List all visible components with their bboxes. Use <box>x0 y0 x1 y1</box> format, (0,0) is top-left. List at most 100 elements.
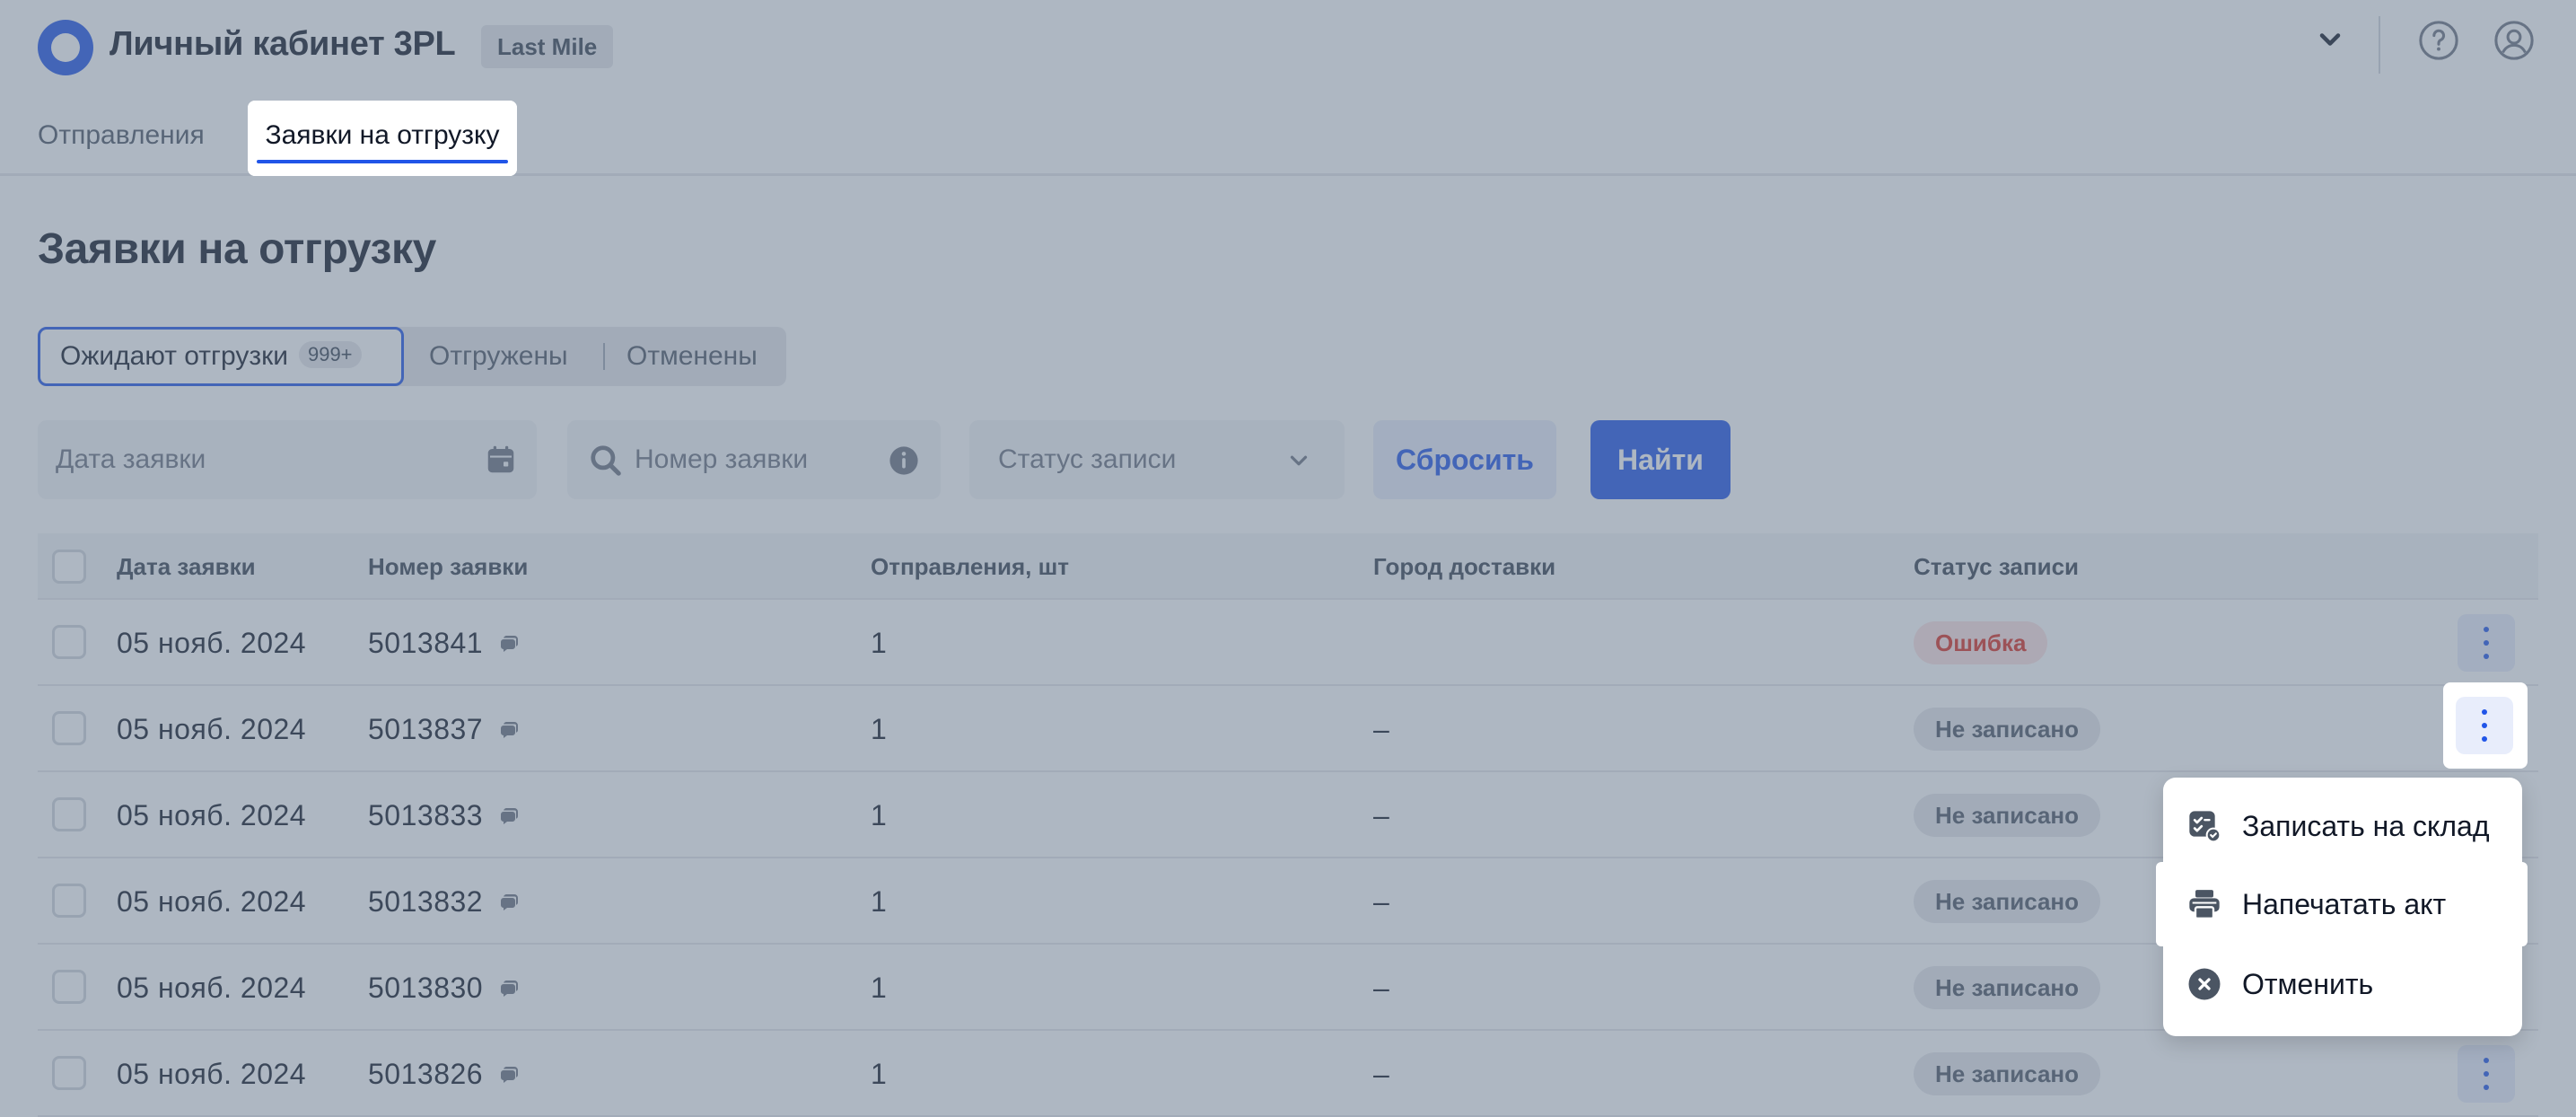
row-checkbox[interactable] <box>52 625 86 659</box>
row-shipments: 1 <box>871 1058 888 1090</box>
row-number[interactable]: 5013832 <box>368 885 483 918</box>
row-shipments: 1 <box>871 885 888 918</box>
row-shipments: 1 <box>871 713 888 745</box>
row-shipments: 1 <box>871 799 888 831</box>
row-actions-button-active[interactable] <box>2456 697 2513 754</box>
row-number-cell: 5013830 <box>368 945 521 1031</box>
tab-shipping-requests-highlight-label: Заявки на отгрузку <box>265 120 500 150</box>
row-number-cell: 5013832 <box>368 858 521 945</box>
status-badge: Не записано <box>1914 880 2101 923</box>
help-icon[interactable] <box>2418 20 2459 61</box>
record-status-placeholder: Статус записи <box>998 444 1177 474</box>
menu-item-cancel[interactable]: Отменить <box>2163 945 2522 1024</box>
status-badge: Ошибка <box>1914 621 2048 664</box>
date-filter-placeholder: Дата заявки <box>56 444 206 474</box>
table-header: Дата заявки Номер заявки Отправления, шт… <box>38 533 2538 600</box>
row-city: – <box>1373 885 1390 918</box>
request-number-placeholder: Номер заявки <box>635 444 809 474</box>
request-number-field[interactable]: Номер заявки <box>567 420 941 499</box>
table-row[interactable]: 05 нояб. 2024 5013841 1 Ошибка <box>38 600 2538 686</box>
row-actions-button[interactable] <box>2458 614 2515 672</box>
row-number[interactable]: 5013837 <box>368 713 483 745</box>
row-date: 05 нояб. 2024 <box>117 799 307 831</box>
comment-icon[interactable] <box>499 805 521 826</box>
segment-awaiting[interactable]: Ожидают отгрузки 999+ <box>38 327 404 386</box>
row-date: 05 нояб. 2024 <box>117 972 307 1004</box>
row-number-cell: 5013837 <box>368 686 521 772</box>
find-button[interactable]: Найти <box>1590 420 1730 499</box>
row-checkbox[interactable] <box>52 1056 86 1090</box>
row-number[interactable]: 5013841 <box>368 627 483 659</box>
row-checkbox[interactable] <box>52 884 86 918</box>
row-shipments: 1 <box>871 972 888 1004</box>
comment-icon[interactable] <box>499 1063 521 1085</box>
menu-item-record-to-warehouse[interactable]: Записать на склад <box>2163 787 2522 866</box>
page-title: Заявки на отгрузку <box>38 225 436 273</box>
menu-item-print-label: Напечатать акт <box>2242 888 2447 920</box>
row-actions-button[interactable] <box>2458 1045 2515 1103</box>
reset-button[interactable]: Сбросить <box>1373 420 1556 499</box>
row-number-cell: 5013833 <box>368 772 521 858</box>
row-checkbox[interactable] <box>52 970 86 1004</box>
comment-icon[interactable] <box>499 891 521 912</box>
printer-icon <box>2189 890 2220 919</box>
segment-shipped[interactable]: Отгружены <box>429 327 568 386</box>
header-city[interactable]: Город доставки <box>1373 533 1555 600</box>
select-all-checkbox[interactable] <box>52 550 86 584</box>
info-icon[interactable] <box>889 445 919 476</box>
menu-item-print-act[interactable]: Напечатать акт <box>2163 865 2522 944</box>
comment-icon[interactable] <box>499 718 521 740</box>
status-segmented-control: Ожидают отгрузки 999+ Отгружены Отменены <box>38 327 786 386</box>
chevron-down-icon[interactable] <box>2314 23 2346 56</box>
tab-shipping-requests-highlight[interactable]: Заявки на отгрузку <box>248 101 517 176</box>
menu-item-highlight: Напечатать акт <box>2156 862 2528 946</box>
search-icon <box>591 445 621 476</box>
segment-cancelled[interactable]: Отменены <box>626 327 758 386</box>
row-date: 05 нояб. 2024 <box>117 885 307 918</box>
header-number[interactable]: Номер заявки <box>368 533 528 600</box>
row-shipments: 1 <box>871 627 888 659</box>
status-badge: Не записано <box>1914 708 2101 751</box>
row-city: – <box>1373 713 1390 745</box>
app-title: Личный кабинет 3PL <box>110 25 456 63</box>
tab-shipments[interactable]: Отправления <box>38 101 205 176</box>
comment-icon[interactable] <box>499 632 521 654</box>
row-actions-highlight <box>2443 682 2528 769</box>
row-city: – <box>1373 1058 1390 1090</box>
row-number[interactable]: 5013830 <box>368 972 483 1004</box>
row-date: 05 нояб. 2024 <box>117 713 307 745</box>
row-number[interactable]: 5013833 <box>368 799 483 831</box>
row-date: 05 нояб. 2024 <box>117 1058 307 1090</box>
record-status-select[interactable]: Статус записи <box>969 420 1345 499</box>
topbar: Личный кабинет 3PL Last Mile <box>0 0 2576 93</box>
status-badge: Не записано <box>1914 1052 2101 1095</box>
row-city: – <box>1373 972 1390 1004</box>
row-date: 05 нояб. 2024 <box>117 627 307 659</box>
last-mile-badge: Last Mile <box>481 25 614 68</box>
status-badge: Не записано <box>1914 794 2101 837</box>
warehouse-check-icon <box>2189 811 2221 843</box>
calendar-icon[interactable] <box>485 444 517 476</box>
cancel-circle-icon <box>2188 968 2221 1000</box>
date-filter-field[interactable]: Дата заявки <box>38 420 537 499</box>
segment-awaiting-label: Ожидают отгрузки <box>60 341 288 371</box>
header-divider <box>2379 16 2380 74</box>
table-row[interactable]: 05 нояб. 2024 5013837 1 – Не записано <box>38 686 2538 772</box>
chevron-down-icon <box>1290 455 1308 466</box>
status-badge: Не записано <box>1914 966 2101 1009</box>
row-number-cell: 5013841 <box>368 600 521 686</box>
user-profile-icon[interactable] <box>2493 20 2535 61</box>
row-checkbox[interactable] <box>52 797 86 831</box>
segment-divider <box>603 343 605 370</box>
comment-icon[interactable] <box>499 977 521 998</box>
menu-item-cancel-label: Отменить <box>2242 968 2374 1000</box>
header-date[interactable]: Дата заявки <box>117 533 256 600</box>
table-row[interactable]: 05 нояб. 2024 5013826 1 – Не записано <box>38 1031 2538 1117</box>
app-logo <box>38 20 93 75</box>
row-number[interactable]: 5013826 <box>368 1058 483 1090</box>
active-tab-underline <box>257 160 508 163</box>
row-number-cell: 5013826 <box>368 1031 521 1117</box>
row-checkbox[interactable] <box>52 711 86 745</box>
header-status[interactable]: Статус записи <box>1914 533 2079 600</box>
header-shipments[interactable]: Отправления, шт <box>871 533 1069 600</box>
